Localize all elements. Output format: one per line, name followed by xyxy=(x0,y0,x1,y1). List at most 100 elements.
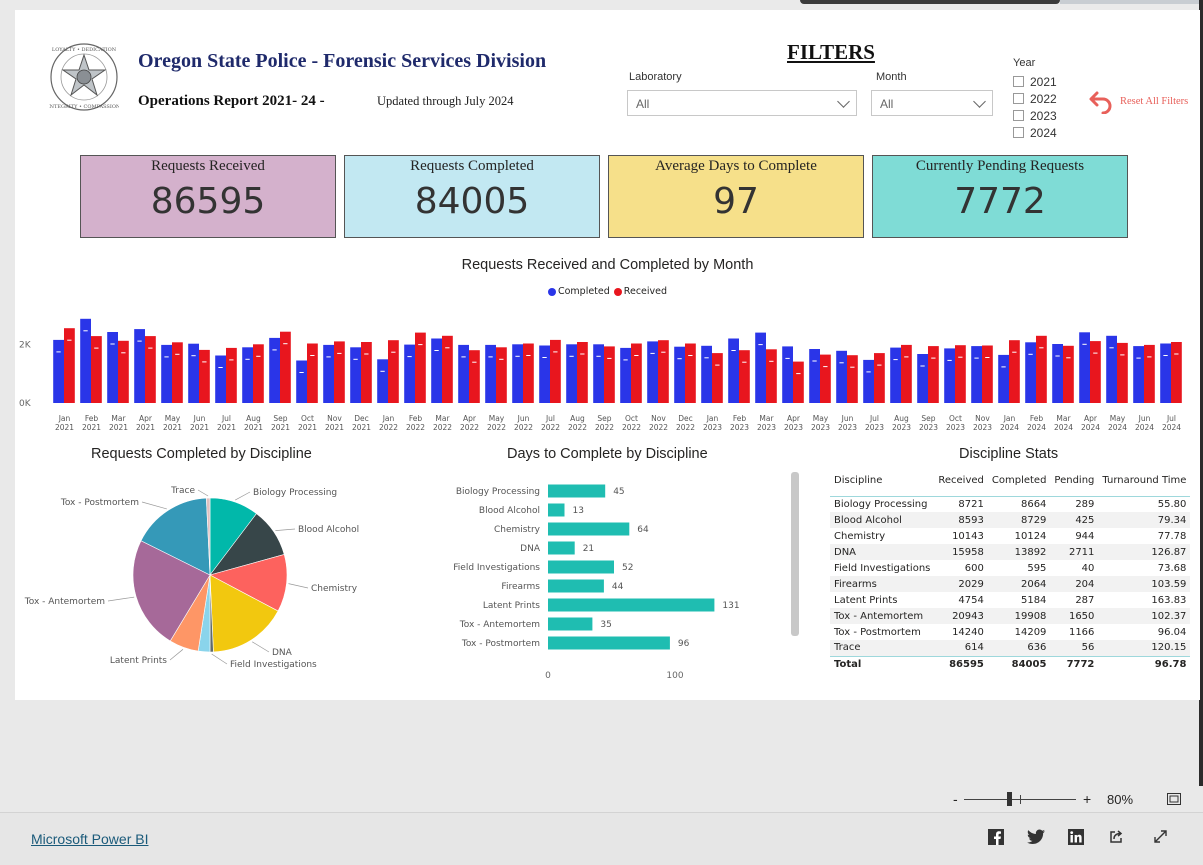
bar-received[interactable] xyxy=(469,350,480,403)
bar-completed[interactable] xyxy=(971,346,982,403)
bar-completed[interactable] xyxy=(1133,346,1144,403)
bar-received[interactable] xyxy=(820,354,831,403)
bar-completed[interactable] xyxy=(134,329,145,403)
bar-received[interactable] xyxy=(1090,341,1101,403)
bar-received[interactable] xyxy=(1171,342,1182,403)
bar-completed[interactable] xyxy=(215,355,226,404)
fit-to-page-icon[interactable] xyxy=(1167,793,1181,805)
bar-received[interactable] xyxy=(1117,342,1128,403)
bar-completed[interactable] xyxy=(1079,332,1090,403)
column-header[interactable]: Completed xyxy=(987,466,1051,497)
bar-completed[interactable] xyxy=(674,346,685,403)
bar-completed[interactable] xyxy=(998,354,1009,403)
bar-completed[interactable] xyxy=(539,345,550,404)
bar-received[interactable] xyxy=(793,361,804,403)
bar-completed[interactable] xyxy=(404,344,415,403)
bar-received[interactable] xyxy=(550,339,561,403)
bar-received[interactable] xyxy=(1063,345,1074,403)
laboratory-dropdown[interactable]: All xyxy=(627,90,857,116)
month-dropdown[interactable]: All xyxy=(871,90,993,116)
bar-completed[interactable] xyxy=(701,345,712,403)
column-header[interactable]: Received xyxy=(934,466,988,497)
share-icon[interactable] xyxy=(1108,829,1124,845)
bar-received[interactable] xyxy=(118,340,129,403)
bar-completed[interactable] xyxy=(323,344,334,403)
bar-received[interactable] xyxy=(1009,340,1020,403)
bar-completed[interactable] xyxy=(809,349,820,403)
days-bar[interactable] xyxy=(548,560,614,574)
chart-scrollbar[interactable] xyxy=(791,472,799,636)
bar-received[interactable] xyxy=(1144,344,1155,403)
bar-received[interactable] xyxy=(604,346,615,403)
bar-received[interactable] xyxy=(685,343,696,404)
bar-completed[interactable] xyxy=(836,350,847,403)
bar-completed[interactable] xyxy=(782,346,793,403)
bar-received[interactable] xyxy=(1036,335,1047,403)
bar-received[interactable] xyxy=(901,344,912,403)
days-bar[interactable] xyxy=(548,522,630,536)
days-bar[interactable] xyxy=(548,598,715,612)
facebook-icon[interactable] xyxy=(988,829,1004,845)
bar-completed[interactable] xyxy=(377,359,388,403)
days-bar[interactable] xyxy=(548,617,593,631)
fullscreen-icon[interactable] xyxy=(1153,829,1168,844)
bar-completed[interactable] xyxy=(863,359,874,403)
bar-received[interactable] xyxy=(145,336,156,403)
bar-completed[interactable] xyxy=(620,347,631,403)
bar-completed[interactable] xyxy=(512,344,523,403)
twitter-icon[interactable] xyxy=(1027,829,1045,845)
bar-completed[interactable] xyxy=(296,360,307,404)
column-header[interactable]: Discipline xyxy=(830,466,935,497)
bar-received[interactable] xyxy=(874,353,885,403)
bar-received[interactable] xyxy=(415,332,426,403)
zoom-slider-thumb[interactable] xyxy=(1007,792,1012,806)
days-bar[interactable] xyxy=(548,636,670,650)
bar-completed[interactable] xyxy=(647,341,658,403)
bar-completed[interactable] xyxy=(188,343,199,403)
bar-completed[interactable] xyxy=(269,337,280,403)
days-bar[interactable] xyxy=(548,503,565,517)
zoom-in-button[interactable]: + xyxy=(1083,791,1091,807)
bar-completed[interactable] xyxy=(350,347,361,403)
bar-completed[interactable] xyxy=(242,347,253,403)
bar-received[interactable] xyxy=(64,328,75,403)
bar-completed[interactable] xyxy=(1025,342,1036,403)
bar-completed[interactable] xyxy=(161,344,172,403)
bar-received[interactable] xyxy=(253,344,264,403)
zoom-out-button[interactable]: - xyxy=(953,791,958,807)
bar-completed[interactable] xyxy=(53,339,64,403)
bar-received[interactable] xyxy=(766,349,777,403)
bar-completed[interactable] xyxy=(1106,335,1117,403)
bar-received[interactable] xyxy=(739,350,750,403)
bar-completed[interactable] xyxy=(458,344,469,403)
bar-completed[interactable] xyxy=(1160,343,1171,404)
bar-received[interactable] xyxy=(847,355,858,403)
year-checkbox-2023[interactable]: 2023 xyxy=(1013,107,1057,124)
days-bar[interactable] xyxy=(548,541,575,555)
bar-completed[interactable] xyxy=(566,344,577,403)
bar-received[interactable] xyxy=(928,346,939,403)
bar-received[interactable] xyxy=(334,341,345,403)
bar-completed[interactable] xyxy=(917,354,928,403)
bar-received[interactable] xyxy=(442,335,453,403)
year-checkbox-2021[interactable]: 2021 xyxy=(1013,73,1057,90)
bar-received[interactable] xyxy=(199,349,210,403)
bar-completed[interactable] xyxy=(755,332,766,403)
bar-received[interactable] xyxy=(523,343,534,404)
bar-received[interactable] xyxy=(955,345,966,403)
bar-completed[interactable] xyxy=(431,338,442,404)
bar-completed[interactable] xyxy=(944,348,955,403)
bar-completed[interactable] xyxy=(890,347,901,403)
bar-completed[interactable] xyxy=(593,344,604,403)
column-header[interactable]: Turnaround Time xyxy=(1098,466,1191,497)
bar-received[interactable] xyxy=(631,343,642,404)
bar-received[interactable] xyxy=(577,342,588,403)
days-bar[interactable] xyxy=(548,579,604,593)
bar-received[interactable] xyxy=(982,345,993,404)
bar-completed[interactable] xyxy=(107,332,118,403)
microsoft-power-bi-link[interactable]: Microsoft Power BI xyxy=(31,831,148,847)
days-bar[interactable] xyxy=(548,484,606,498)
bar-received[interactable] xyxy=(496,347,507,403)
year-checkbox-2024[interactable]: 2024 xyxy=(1013,124,1057,141)
bar-received[interactable] xyxy=(172,342,183,403)
